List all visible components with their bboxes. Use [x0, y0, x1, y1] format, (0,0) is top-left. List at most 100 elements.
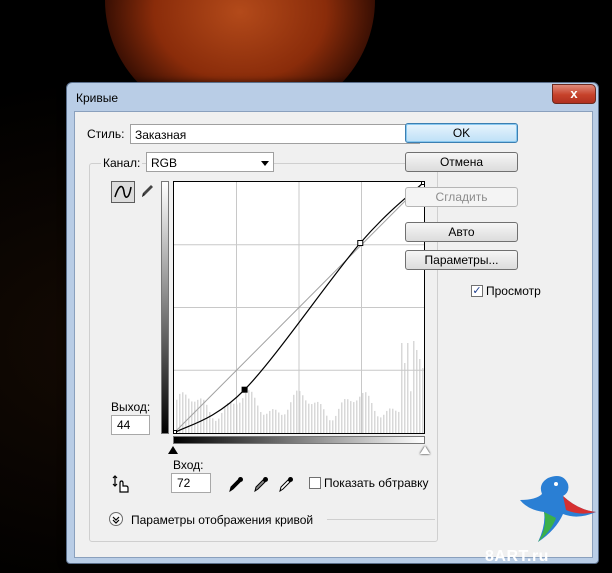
histogram-bar — [374, 410, 376, 433]
histogram-bar — [275, 409, 277, 433]
curves-graph[interactable] — [171, 179, 427, 436]
curve-point[interactable] — [357, 240, 364, 247]
histogram-bar — [407, 343, 409, 433]
histogram-bar — [389, 408, 391, 433]
histogram-bar — [410, 391, 412, 433]
histogram-bar — [326, 415, 328, 433]
close-icon: x — [570, 86, 578, 101]
histogram-bar — [371, 403, 373, 433]
cancel-button-label: Отмена — [439, 155, 484, 169]
histogram-bar — [278, 412, 280, 433]
histogram-bar — [377, 416, 379, 433]
title-bar[interactable]: Кривые x — [67, 83, 598, 111]
black-point-slider[interactable] — [168, 446, 178, 454]
histogram-bar — [335, 415, 337, 433]
ok-button[interactable]: OK — [405, 123, 518, 143]
histogram-bar — [227, 402, 229, 433]
histogram-bar — [320, 404, 322, 433]
curve-point[interactable] — [171, 430, 177, 436]
preview-checkbox[interactable]: ✓ — [471, 285, 483, 297]
chevron-down-icon — [261, 161, 269, 166]
histogram-bar — [368, 395, 370, 433]
histogram — [176, 341, 424, 433]
histogram-bar — [218, 418, 220, 433]
input-value: 72 — [177, 476, 191, 490]
histogram-bar — [263, 414, 265, 433]
eyedropper-gray-icon[interactable] — [253, 475, 269, 493]
histogram-bar — [317, 401, 319, 433]
channel-label: Канал: — [101, 156, 143, 170]
histogram-bar — [401, 343, 403, 433]
expand-chevron-icon[interactable] — [109, 512, 123, 526]
auto-button[interactable]: Авто — [405, 222, 518, 242]
histogram-bar — [350, 401, 352, 433]
eyedropper-black-icon[interactable] — [228, 475, 244, 493]
curve-icon[interactable] — [111, 181, 135, 203]
histogram-bar — [281, 414, 283, 433]
eyedropper-white-icon[interactable] — [278, 475, 294, 493]
histogram-bar — [323, 409, 325, 433]
histogram-bar — [422, 368, 424, 433]
pencil-icon[interactable] — [139, 182, 155, 200]
histogram-bar — [308, 403, 310, 433]
curve-display-options-label: Параметры отображения кривой — [131, 513, 314, 527]
histogram-bar — [215, 420, 217, 433]
histogram-bar — [209, 412, 211, 433]
histogram-bar — [233, 403, 235, 433]
histogram-bar — [203, 399, 205, 433]
histogram-bar — [293, 394, 295, 433]
histogram-bar — [269, 410, 271, 433]
histogram-bar — [182, 392, 184, 433]
hand-adjust-icon[interactable] — [111, 474, 133, 494]
histogram-bar — [212, 418, 214, 433]
histogram-bar — [260, 412, 262, 433]
show-clipping-checkbox[interactable] — [309, 477, 321, 489]
channel-select[interactable]: RGB — [146, 152, 274, 172]
histogram-bar — [341, 402, 343, 433]
white-point-slider[interactable] — [420, 446, 430, 454]
histogram-bar — [242, 398, 244, 433]
histogram-bar — [284, 414, 286, 433]
histogram-bar — [365, 392, 367, 433]
curve-point-selected[interactable] — [241, 386, 248, 393]
histogram-bar — [332, 420, 334, 433]
output-field[interactable]: 44 — [111, 415, 150, 435]
curve-point[interactable] — [421, 179, 427, 185]
histogram-bar — [254, 397, 256, 433]
histogram-bar — [380, 417, 382, 433]
site-watermark: 8ART.ru — [485, 548, 549, 565]
style-label: Стиль: — [87, 127, 125, 141]
input-field[interactable]: 72 — [171, 473, 211, 493]
histogram-bar — [191, 401, 193, 433]
output-value: 44 — [117, 418, 131, 432]
close-button[interactable]: x — [552, 84, 596, 104]
histogram-bar — [194, 401, 196, 433]
preview-label: Просмотр — [486, 284, 541, 298]
options-button[interactable]: Параметры... — [405, 250, 518, 270]
cancel-button[interactable]: Отмена — [405, 152, 518, 172]
style-select-value: Заказная — [135, 128, 187, 142]
channel-select-value: RGB — [151, 156, 178, 170]
histogram-bar — [311, 404, 313, 433]
histogram-bar — [200, 398, 202, 433]
curves-graph-svg — [171, 179, 427, 436]
histogram-bar — [305, 400, 307, 433]
histogram-bar — [302, 395, 304, 433]
show-clipping-label: Показать обтравку — [324, 476, 429, 490]
smooth-button[interactable]: Сгладить — [405, 187, 518, 207]
output-label: Выход: — [111, 400, 151, 414]
histogram-bar — [383, 414, 385, 433]
histogram-bar — [398, 411, 400, 433]
style-select[interactable]: Заказная — [130, 124, 420, 144]
parrot-logo — [520, 476, 596, 542]
input-label: Вход: — [173, 458, 204, 472]
auto-button-label: Авто — [448, 225, 475, 239]
histogram-bar — [272, 409, 274, 433]
dialog-title: Кривые — [76, 91, 119, 105]
histogram-bar — [356, 400, 358, 433]
histogram-bar — [329, 420, 331, 433]
histogram-bar — [395, 410, 397, 433]
histogram-bar — [197, 399, 199, 433]
options-button-label: Параметры... — [424, 253, 499, 267]
histogram-bar — [416, 350, 418, 433]
